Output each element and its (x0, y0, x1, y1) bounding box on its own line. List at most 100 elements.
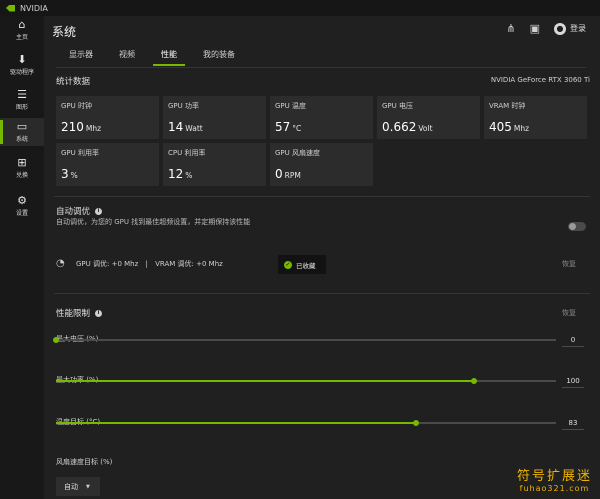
gpu-tune-text: GPU 调优: +0 Mhz (76, 260, 139, 268)
sidebar-item-label: 驱动程序 (9, 69, 34, 76)
toggle-knob (569, 223, 576, 230)
sidebar-item-home[interactable]: ⌂ 主页 (0, 16, 44, 44)
stat-unit: Volt (418, 124, 433, 133)
perf-limits-restore-button[interactable]: 恢复 (562, 308, 576, 318)
sliders-icon: ☰ (17, 88, 27, 101)
tab-performance[interactable]: 性能 (148, 48, 190, 66)
stat-label: GPU 风扇速度 (275, 149, 320, 157)
gauge-icon: ◔ (56, 258, 65, 269)
stats-section-title: 统计数据 (56, 77, 91, 87)
stat-card-gpu-power: GPU 功率 14 Watt (163, 96, 266, 139)
download-icon: ⬇ (17, 53, 27, 66)
sidebar-item-system[interactable]: ▭ 系统 (0, 118, 44, 146)
temp-target-slider[interactable] (56, 420, 556, 426)
tab-my-rig[interactable]: 我的装备 (190, 48, 248, 66)
feedback-icon[interactable]: ▣ (530, 22, 540, 35)
perf-limits-title: 性能限制 i (56, 307, 103, 319)
auto-tune-description: 自动调优，为您的 GPU 找到最佳超频设置，并定期保持该性能 (56, 218, 251, 226)
gpu-model-label: NVIDIA GeForce RTX 3060 Ti (490, 76, 590, 84)
tab-bar: 显示器 视频 性能 我的装备 (56, 48, 248, 66)
sidebar-item-settings[interactable]: ⚙ 设置 (0, 192, 44, 220)
gift-icon: ⊞ (17, 156, 27, 169)
login-button[interactable]: ● 登录 (554, 22, 586, 35)
sidebar-item-label: 设置 (15, 210, 28, 217)
stat-unit: °C (292, 124, 302, 133)
nvidia-logo-icon (6, 4, 15, 12)
slider-fill (56, 380, 474, 382)
info-icon[interactable]: i (95, 208, 103, 215)
sidebar-item-label: 图形 (15, 104, 28, 111)
sidebar-item-redeem[interactable]: ⊞ 兑换 (0, 154, 44, 182)
watermark: 符号扩展迷 fuhao321.com (517, 465, 592, 493)
check-icon: ✓ (284, 260, 292, 269)
stat-value: 3 (61, 167, 69, 181)
slider-thumb[interactable] (53, 337, 59, 343)
saved-toast: ✓ 已收藏 (278, 255, 326, 274)
dropdown-value: 自动 (64, 482, 78, 491)
section-divider (54, 293, 590, 294)
stat-card-gpu-fan-speed: GPU 风扇速度 0 RPM (270, 143, 373, 186)
stat-value: 57 (275, 120, 291, 134)
slider-thumb[interactable] (470, 378, 477, 384)
fan-target-label: 风扇速度目标 (%) (56, 458, 113, 466)
fan-target-dropdown[interactable]: 自动 ▼ (56, 477, 100, 496)
stat-unit: % (185, 171, 193, 180)
login-label: 登录 (570, 24, 586, 33)
max-power-slider[interactable] (56, 378, 556, 384)
watermark-text-en: fuhao321.com (519, 484, 590, 493)
stat-label: VRAM 时钟 (489, 102, 526, 110)
max-voltage-slider[interactable] (53, 337, 556, 343)
info-icon[interactable]: i (95, 310, 103, 317)
stat-label: GPU 时钟 (61, 102, 92, 110)
stat-card-gpu-temp: GPU 温度 57 °C (270, 96, 373, 139)
max-power-value[interactable]: 100 (562, 377, 584, 388)
tab-video[interactable]: 视频 (106, 48, 148, 66)
section-divider (54, 196, 590, 197)
max-voltage-value[interactable]: 0 (562, 336, 584, 347)
tabs-divider (56, 67, 586, 68)
stat-value: 0.662 (382, 120, 417, 134)
stat-unit: RPM (284, 171, 301, 180)
home-icon: ⌂ (18, 18, 26, 31)
sidebar-item-drivers[interactable]: ⬇ 驱动程序 (0, 51, 44, 79)
temp-target-value[interactable]: 83 (562, 419, 584, 430)
stat-label: CPU 利用率 (168, 149, 206, 157)
vram-tune-text: VRAM 调优: +0 Mhz (155, 260, 223, 268)
slider-fill (56, 422, 416, 424)
stat-value: 12 (168, 167, 184, 181)
stat-unit: Watt (185, 124, 203, 133)
chevron-down-icon: ▼ (86, 483, 90, 490)
window-titlebar: NVIDIA (0, 0, 600, 16)
monitor-icon: ▭ (16, 120, 28, 133)
stat-label: GPU 利用率 (61, 149, 99, 157)
stat-card-gpu-voltage: GPU 电压 0.662 Volt (377, 96, 480, 139)
stat-card-gpu-clock: GPU 时钟 210 Mhz (56, 96, 159, 139)
watermark-text-cn: 符号扩展迷 (516, 469, 592, 484)
sidebar-item-graphics[interactable]: ☰ 图形 (0, 86, 44, 114)
auto-tune-restore-button[interactable]: 恢复 (562, 259, 576, 269)
sidebar-item-label: 兑换 (15, 172, 28, 179)
stat-card-cpu-utilization: CPU 利用率 12% (163, 143, 266, 186)
main-content: 系统 ⋔ ▣ ● 登录 显示器 视频 性能 我的装备 统计数据 NVIDIA G… (44, 16, 600, 499)
overclock-status: GPU 调优: +0 Mhz | VRAM 调优: +0 Mhz (76, 259, 223, 269)
stat-value: 0 (275, 167, 283, 181)
sidebar: ⌂ 主页 ⬇ 驱动程序 ☰ 图形 ▭ 系统 ⊞ 兑换 ⚙ 设置 (0, 16, 44, 499)
auto-tune-title-text: 自动调优 (56, 207, 91, 217)
window-title: NVIDIA (20, 3, 48, 13)
page-title: 系统 (52, 25, 77, 39)
stat-label: GPU 功率 (168, 102, 199, 110)
header-actions: ⋔ ▣ ● 登录 (506, 22, 586, 35)
avatar-icon: ● (554, 22, 566, 35)
stat-card-gpu-utilization: GPU 利用率 3% (56, 143, 159, 186)
tune-separator: | (145, 260, 148, 268)
stat-value: 405 (489, 120, 512, 134)
tab-display[interactable]: 显示器 (56, 48, 106, 66)
stat-unit: % (70, 171, 78, 180)
gear-icon: ⚙ (17, 194, 27, 207)
stat-card-vram-clock: VRAM 时钟 405 Mhz (484, 96, 587, 139)
stat-unit: Mhz (513, 124, 530, 133)
auto-tune-toggle[interactable] (568, 222, 586, 231)
perf-limits-title-text: 性能限制 (56, 309, 91, 319)
share-icon[interactable]: ⋔ (506, 22, 515, 35)
slider-thumb[interactable] (413, 420, 419, 426)
